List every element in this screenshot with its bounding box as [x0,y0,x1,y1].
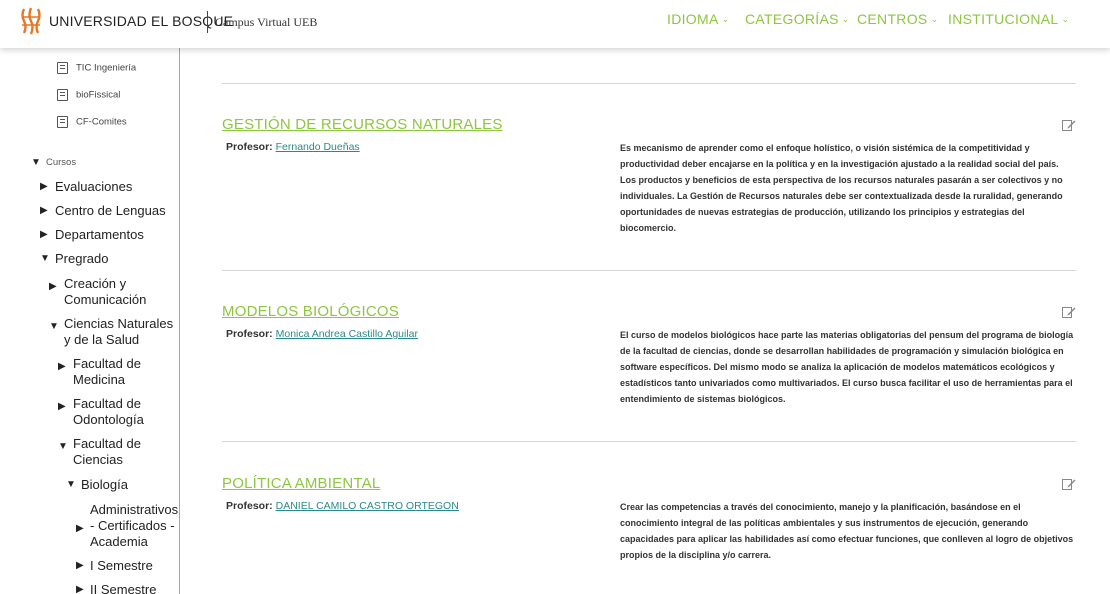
teacher-link[interactable]: Monica Andrea Castillo Aguilar [276,328,418,340]
document-icon [57,89,68,101]
caret-right-icon: ▶ [40,181,48,192]
tree-node-label: Facultad de Odontología [73,396,144,427]
caret-right-icon: ▶ [76,523,84,534]
teacher-label: Profesor: [226,141,273,153]
sidebar-link-cf-comites[interactable]: CF-Comites [57,116,127,128]
tree-node-label: Evaluaciones [55,179,133,194]
sidebar-link-label: CF-Comites [76,116,127,128]
course-title-gestion-recursos[interactable]: GESTIÓN DE RECURSOS NATURALES [222,116,503,133]
tree-node-label: Cursos [46,157,77,168]
course-teacher: Profesor: Monica Andrea Castillo Aguilar [226,328,418,340]
tree-node-odontologia[interactable]: ▶ Facultad de Odontología [58,396,176,428]
caret-right-icon: ▶ [58,401,66,412]
tree-node-label: Biología [81,477,128,492]
chevron-down-icon: ⌄ [841,14,850,24]
chevron-down-icon: ⌄ [1061,14,1070,24]
nav-categorias-label: CATEGORÍAS [745,11,839,27]
teacher-link[interactable]: DANIEL CAMILO CASTRO ORTEGON [276,500,459,512]
sidebar-link-biofissical[interactable]: bioFissical [57,89,120,101]
tree-node-pregrado[interactable]: ▼ Pregrado [40,251,175,267]
tree-node-ciencias-naturales[interactable]: ▼ Ciencias Naturales y de la Salud [49,316,179,348]
caret-right-icon: ▶ [76,560,84,571]
tree-node-creacion[interactable]: ▶ Creación y Comunicación [49,276,177,308]
tree-node-facultad-ciencias[interactable]: ▼ Facultad de Ciencias [58,436,176,468]
caret-right-icon: ▶ [40,229,48,240]
teacher-label: Profesor: [226,328,273,340]
tree-node-medicina[interactable]: ▶ Facultad de Medicina [58,356,176,388]
tree-node-label: Ciencias Naturales y de la Salud [64,316,174,347]
caret-down-icon: ▼ [66,479,76,490]
caret-right-icon: ▶ [76,584,84,594]
sidebar-link-label: TIC Ingeniería [76,62,137,74]
top-header: UNIVERSIDAD EL BOSQUE Campus Virtual UEB… [0,0,1110,48]
chevron-down-icon: ⌄ [930,14,939,24]
divider [222,441,1076,442]
edit-icon[interactable] [1062,306,1076,319]
caret-right-icon: ▶ [40,205,48,216]
tree-node-departamentos[interactable]: ▶ Departamentos [40,227,175,243]
caret-down-icon: ▼ [31,157,41,168]
tree-node-administrativos[interactable]: ▶ Administrativos - Certificados - Acade… [76,502,179,550]
sidebar-link-label: bioFissical [76,89,121,101]
teacher-label: Profesor: [226,500,273,512]
course-summary: El curso de modelos biológicos hace part… [620,330,1074,404]
course-summary: Crear las competencias a través del cono… [620,502,1074,560]
course-title-politica-ambiental[interactable]: POLÍTICA AMBIENTAL [222,475,380,492]
tree-node-label: I Semestre [90,558,153,573]
tree-node-cursos[interactable]: ▼ Cursos [31,155,171,171]
nav-idioma[interactable]: IDIOMA ⌄ [667,11,729,27]
edit-icon[interactable] [1062,119,1076,132]
sidebar-link-tic-ingenieria[interactable]: TIC Ingeniería [57,62,136,74]
tree-node-label: Creación y Comunicación [64,276,147,307]
tree-node-label: II Semestre [90,582,157,594]
tree-node-label: Pregrado [55,251,109,266]
divider [222,83,1076,84]
tree-node-semestre-1[interactable]: ▶ I Semestre [76,558,176,574]
course-navigation-sidebar: TIC Ingeniería bioFissical CF-Comites ▼ … [0,48,180,594]
tree-node-semestre-2[interactable]: ▶ II Semestre [76,582,176,594]
course-title-modelos-biologicos[interactable]: MODELOS BIOLÓGICOS [222,303,399,320]
tree-node-centro-lenguas[interactable]: ▶ Centro de Lenguas [40,203,175,219]
course-teacher: Profesor: Fernando Dueñas [226,141,360,153]
edit-icon[interactable] [1062,478,1076,491]
tree-node-label: Departamentos [55,227,144,242]
tree-node-evaluaciones[interactable]: ▶ Evaluaciones [40,179,175,195]
document-icon [57,116,68,128]
nav-centros[interactable]: CENTROS ⌄ [857,11,938,27]
nav-centros-label: CENTROS [857,11,928,27]
tree-node-biologia[interactable]: ▼ Biología [66,477,176,493]
course-teacher: Profesor: DANIEL CAMILO CASTRO ORTEGON [226,500,459,512]
tree-node-label: Facultad de Medicina [73,356,141,387]
tree-node-label: Centro de Lenguas [55,203,166,218]
nav-institucional-label: INSTITUCIONAL [948,11,1059,27]
tree-node-label: Facultad de Ciencias [73,436,141,467]
caret-down-icon: ▼ [40,253,50,264]
chevron-down-icon: ⌄ [721,14,730,24]
caret-right-icon: ▶ [49,281,57,292]
document-icon [57,62,68,74]
divider [222,270,1076,271]
tree-node-label: Administrativos - Certificados - Academi… [90,502,179,549]
nav-institucional[interactable]: INSTITUCIONAL ⌄ [948,11,1069,27]
course-list: GESTIÓN DE RECURSOS NATURALES Profesor: … [222,48,1076,594]
nav-idioma-label: IDIOMA [667,11,719,27]
caret-right-icon: ▶ [58,361,66,372]
nav-categorias[interactable]: CATEGORÍAS ⌄ [745,11,850,27]
teacher-link[interactable]: Fernando Dueñas [276,141,360,153]
top-navigation: IDIOMA ⌄ CATEGORÍAS ⌄ CENTROS ⌄ INSTITUCION… [0,11,1110,31]
caret-down-icon: ▼ [49,321,59,332]
caret-down-icon: ▼ [58,441,68,452]
course-summary: Es mecanismo de aprender como el enfoque… [620,143,1063,233]
